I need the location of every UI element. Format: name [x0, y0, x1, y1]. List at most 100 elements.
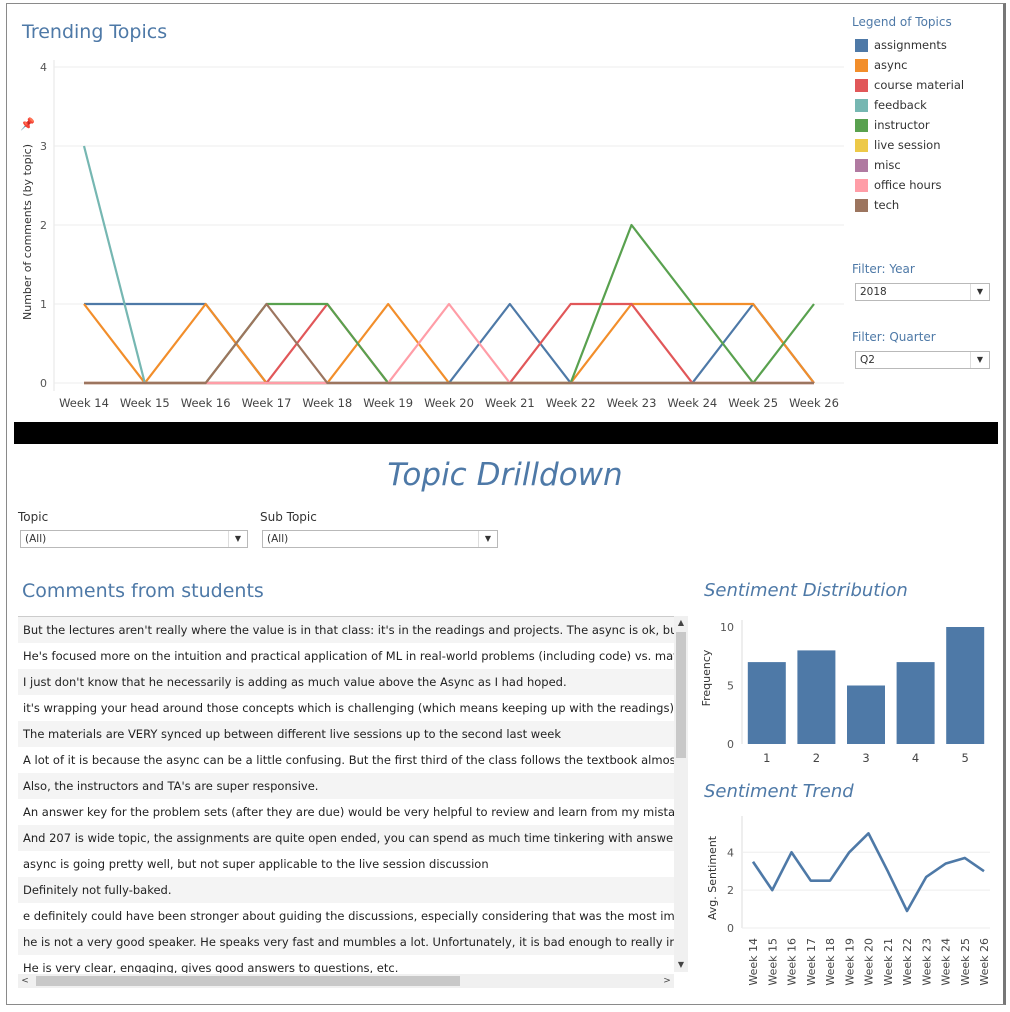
legend-item-async[interactable]: async — [852, 55, 1002, 75]
legend-item-live-session[interactable]: live session — [852, 135, 1002, 155]
comment-row[interactable]: He is very clear, engaging, gives good a… — [18, 955, 674, 973]
x-tick-label: Week 23 — [607, 396, 657, 410]
trending-topics-chart[interactable]: 0 1 2 3 4 Week 14 Week 15 Week 16 Week 17 Week 18… — [14, 50, 854, 420]
comment-row[interactable]: The materials are VERY synced up between… — [18, 721, 674, 747]
y-tick-label: 0 — [40, 377, 47, 390]
scroll-left-icon[interactable]: < — [18, 974, 32, 988]
x-tick-label: 3 — [862, 751, 869, 765]
legend-swatch — [855, 98, 868, 112]
legend-swatch — [855, 58, 868, 72]
legend-swatch — [855, 78, 868, 92]
x-tick-label: Week 19 — [363, 396, 413, 410]
x-tick-label: 1 — [763, 751, 770, 765]
quarter-filter-label: Filter: Quarter — [852, 330, 936, 344]
x-tick-label: Week 22 — [901, 938, 914, 986]
x-tick-label: Week 26 — [978, 938, 991, 986]
x-tick-label: Week 21 — [882, 938, 895, 986]
x-tick-label: 2 — [813, 751, 820, 765]
legend-label: live session — [874, 138, 941, 152]
legend-item-misc[interactable]: misc — [852, 155, 1002, 175]
comments-list[interactable]: But the lectures aren't really where the… — [18, 616, 674, 973]
legend-item-assignments[interactable]: assignments — [852, 35, 1002, 55]
legend-swatch — [855, 118, 868, 132]
comment-row[interactable]: he is not a very good speaker. He speaks… — [18, 929, 674, 955]
trending-topics-title: Trending Topics — [22, 21, 168, 43]
sentiment-distribution-chart[interactable]: 0 5 10 Frequency 1 2 3 4 5 — [694, 612, 994, 772]
y-tick-label: 0 — [727, 738, 734, 751]
chevron-down-icon[interactable]: ▼ — [228, 531, 247, 547]
scroll-down-icon[interactable]: ▼ — [674, 958, 688, 972]
legend-label: office hours — [874, 178, 942, 192]
y-axis-label: Number of comments (by topic) — [21, 144, 34, 320]
y-axis-label: Avg. Sentiment — [706, 835, 719, 920]
x-tick-label: Week 18 — [824, 938, 837, 986]
legend-item-instructor[interactable]: instructor — [852, 115, 1002, 135]
comment-row[interactable]: But the lectures aren't really where the… — [18, 617, 674, 643]
scroll-up-icon[interactable]: ▲ — [674, 616, 688, 630]
legend-item-office-hours[interactable]: office hours — [852, 175, 1002, 195]
y-tick-label: 3 — [40, 140, 47, 153]
legend-swatch — [855, 138, 868, 152]
bar-4 — [896, 662, 935, 744]
series-line-feedback — [82, 145, 814, 385]
comment-row[interactable]: it's wrapping your head around those con… — [18, 695, 674, 721]
y-tick-label: 1 — [40, 298, 47, 311]
x-tick-label: Week 22 — [546, 396, 596, 410]
chevron-down-icon[interactable]: ▼ — [478, 531, 497, 547]
x-tick-label: Week 14 — [59, 396, 109, 410]
series-line-office-hours — [84, 302, 814, 385]
legend-label: course material — [874, 78, 965, 92]
comment-row[interactable]: Definitely not fully-baked. — [18, 877, 674, 903]
comments-vertical-scrollbar[interactable]: ▲ ▼ — [674, 616, 688, 972]
legend-label: assignments — [874, 38, 947, 52]
x-tick-label: Week 25 — [959, 938, 972, 986]
comment-row[interactable]: e definitely could have been stronger ab… — [18, 903, 674, 929]
sentiment-trend-title: Sentiment Trend — [704, 781, 854, 802]
x-tick-label: Week 26 — [789, 396, 839, 410]
x-tick-label: 4 — [912, 751, 919, 765]
comment-row[interactable]: async is going pretty well, but not supe… — [18, 851, 674, 877]
sentiment-distribution-title: Sentiment Distribution — [704, 580, 908, 601]
sentiment-trend-chart[interactable]: 0 2 4 Avg. Sentiment Week 14 Week 15 Week 16 We… — [694, 812, 994, 1000]
x-tick-label: Week 14 — [747, 938, 760, 986]
section-divider — [14, 422, 998, 444]
quarter-filter-value: Q2 — [860, 354, 875, 366]
scrollbar-thumb[interactable] — [36, 976, 460, 986]
legend-item-tech[interactable]: tech — [852, 195, 1002, 215]
comment-row[interactable]: An answer key for the problem sets (afte… — [18, 799, 674, 825]
topic-legend: Legend of Topics assignments async course … — [852, 15, 1002, 215]
scrollbar-thumb[interactable] — [676, 632, 686, 758]
comment-row[interactable]: I just don't know that he necessarily is… — [18, 669, 674, 695]
y-tick-label: 4 — [40, 61, 47, 74]
x-tick-label: 5 — [962, 751, 969, 765]
x-tick-label: Week 15 — [120, 396, 170, 410]
x-tick-label: Week 18 — [302, 396, 352, 410]
pin-icon: 📌 — [20, 116, 35, 131]
bar-5 — [946, 627, 985, 744]
x-tick-label: Week 24 — [940, 938, 953, 986]
x-tick-label: Week 20 — [424, 396, 474, 410]
legend-label: feedback — [874, 98, 927, 112]
legend-item-feedback[interactable]: feedback — [852, 95, 1002, 115]
legend-title: Legend of Topics — [852, 15, 952, 29]
topic-drilldown-title: Topic Drilldown — [387, 457, 623, 493]
topic-filter-dropdown[interactable]: (All) ▼ — [20, 530, 248, 548]
comment-row[interactable]: Also, the instructors and TA's are super… — [18, 773, 674, 799]
comments-horizontal-scrollbar[interactable]: < > — [18, 974, 674, 988]
scroll-right-icon[interactable]: > — [660, 974, 674, 988]
legend-swatch — [855, 178, 868, 192]
bar-2 — [797, 650, 836, 744]
y-tick-label: 0 — [727, 922, 734, 935]
quarter-filter-dropdown[interactable]: Q2 ▼ — [855, 351, 990, 369]
legend-swatch — [855, 198, 868, 212]
year-filter-dropdown[interactable]: 2018 ▼ — [855, 283, 990, 301]
comment-row[interactable]: A lot of it is because the async can be … — [18, 747, 674, 773]
legend-item-course-material[interactable]: course material — [852, 75, 1002, 95]
comment-row[interactable]: And 207 is wide topic, the assignments a… — [18, 825, 674, 851]
chevron-down-icon[interactable]: ▼ — [970, 284, 989, 300]
comment-row[interactable]: He's focused more on the intuition and p… — [18, 643, 674, 669]
chevron-down-icon[interactable]: ▼ — [970, 352, 989, 368]
topic-filter-label: Topic — [18, 510, 49, 524]
subtopic-filter-dropdown[interactable]: (All) ▼ — [262, 530, 498, 548]
subtopic-filter-label: Sub Topic — [260, 510, 317, 524]
